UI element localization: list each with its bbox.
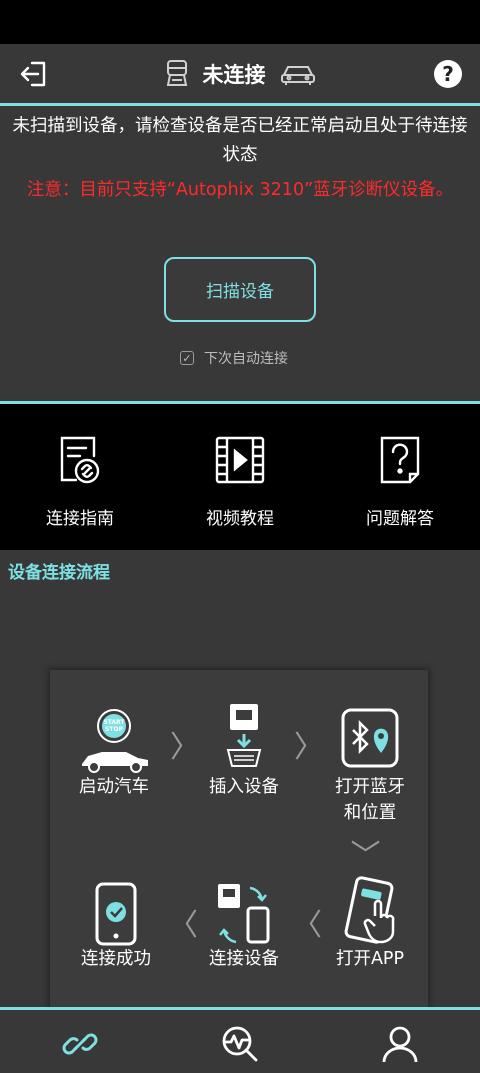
flow-step-connect-success: 连接成功 xyxy=(68,882,164,972)
connection-flow-section: 设备连接流程 START STOP 启动汽车 〉 插入设备 〉 打开蓝牙和位置 … xyxy=(0,550,480,1008)
connection-guide-button[interactable]: 连接指南 xyxy=(0,434,160,529)
flow-step-bluetooth-location: 打开蓝牙和位置 xyxy=(320,708,420,826)
step-label: 打开APP xyxy=(335,949,405,969)
flow-card: START STOP 启动汽车 〉 插入设备 〉 打开蓝牙和位置 〉 打开APP… xyxy=(50,670,428,1008)
video-tutorial-button[interactable]: 视频教程 xyxy=(160,434,320,529)
page-title: 未连接 xyxy=(202,63,266,87)
connect-device-icon xyxy=(218,884,270,944)
support-warning: 注意：目前只支持“Autophix 3210”蓝牙诊断仪设备。 xyxy=(26,180,454,200)
video-icon xyxy=(215,436,265,484)
car-icon xyxy=(280,66,315,85)
flow-step-connect-device: 连接设备 xyxy=(196,882,292,972)
section-title: 设备连接流程 xyxy=(8,563,110,583)
user-icon[interactable] xyxy=(380,1024,420,1064)
diagnose-search-icon[interactable] xyxy=(220,1024,260,1064)
flow-step-start-car: START STOP 启动汽车 xyxy=(66,708,162,800)
flow-step-plug-device: 插入设备 xyxy=(196,702,292,800)
step-label: 连接成功 xyxy=(81,949,151,969)
chevron-left-icon: 〈 xyxy=(292,908,322,943)
start-car-icon: START STOP xyxy=(82,709,148,773)
scan-panel: 未扫描到设备，请检查设备是否已经正常启动且处于待连接状态 注意：目前只支持“Au… xyxy=(0,106,480,401)
shortcut-label: 视频教程 xyxy=(206,509,274,529)
auto-connect-toggle[interactable]: ✓ 下次自动连接 xyxy=(180,348,288,368)
scan-status-message: 未扫描到设备，请检查设备是否已经正常启动且处于待连接状态 xyxy=(12,116,468,165)
flow-step-open-app: 打开APP xyxy=(320,876,420,972)
chevron-down-icon: 〉 xyxy=(346,839,381,869)
svg-text:START: START xyxy=(103,719,125,726)
open-app-icon xyxy=(344,876,395,944)
step-label: 插入设备 xyxy=(209,777,279,797)
help-button[interactable]: ? xyxy=(434,60,462,88)
bluetooth-location-icon xyxy=(341,708,399,768)
link-icon[interactable] xyxy=(60,1024,100,1064)
bottom-nav xyxy=(0,1010,480,1073)
shortcut-row: 连接指南 视频教程 问题解答 xyxy=(0,404,480,550)
faq-button[interactable]: 问题解答 xyxy=(320,434,480,529)
faq-icon xyxy=(380,436,420,484)
shortcut-label: 问题解答 xyxy=(366,509,434,529)
device-icon xyxy=(166,60,187,86)
svg-text:STOP: STOP xyxy=(105,726,124,733)
top-bar: 未连接 ? xyxy=(0,44,480,104)
scan-device-button[interactable]: 扫描设备 xyxy=(164,257,316,322)
auto-connect-label: 下次自动连接 xyxy=(204,351,288,367)
checkbox-icon[interactable]: ✓ xyxy=(180,351,194,365)
chevron-left-icon: 〈 xyxy=(168,908,198,943)
shortcut-label: 连接指南 xyxy=(46,509,114,529)
step-label: 启动汽车 xyxy=(79,777,149,797)
guide-link-icon xyxy=(60,436,100,484)
plug-device-icon xyxy=(226,704,262,767)
step-label: 连接设备 xyxy=(209,949,279,969)
status-bar xyxy=(0,0,480,44)
step-label: 打开蓝牙和位置 xyxy=(335,777,405,823)
success-phone-icon xyxy=(95,882,137,946)
